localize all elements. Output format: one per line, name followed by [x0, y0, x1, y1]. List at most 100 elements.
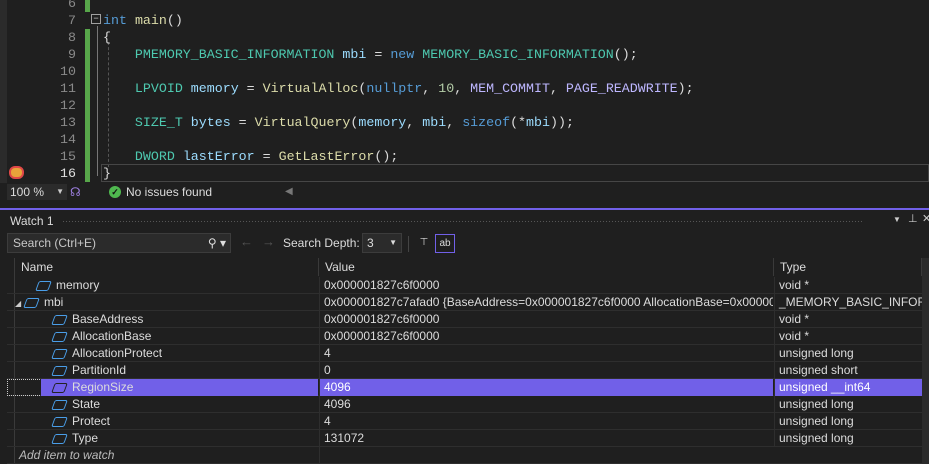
column-header-value[interactable]: Value: [319, 258, 774, 276]
watch-row[interactable]: BaseAddress 0x000001827c6f0000 void *: [7, 311, 922, 328]
outline-guide: [97, 26, 98, 176]
search-depth-dropdown[interactable]: 3 ▼: [362, 233, 402, 253]
issues-status[interactable]: No issues found: [126, 183, 212, 201]
change-marker: [85, 148, 90, 165]
vertical-scrollbar[interactable]: [922, 258, 929, 464]
name-cell[interactable]: BaseAddress: [7, 311, 318, 328]
change-marker: [85, 114, 90, 131]
name-cell[interactable]: Protect: [7, 413, 318, 430]
variable-name: PartitionId: [72, 363, 127, 377]
value-cell[interactable]: 4: [319, 413, 773, 430]
change-marker: [85, 97, 90, 114]
value-cell[interactable]: 0x000001827c6f0000: [319, 328, 773, 345]
name-cell[interactable]: AllocationProtect: [7, 345, 318, 362]
type-cell: _MEMORY_BASIC_INFOR...: [774, 294, 922, 311]
pin-icon[interactable]: ⊥: [908, 212, 918, 225]
code-token: nullptr: [366, 81, 423, 96]
search-input[interactable]: Search (Ctrl+E) ⚲ ▾: [7, 233, 231, 253]
code-token: );: [677, 81, 694, 96]
variable-name: AllocationProtect: [72, 346, 163, 360]
search-icon[interactable]: ⚲ ▾: [208, 234, 226, 252]
name-cell[interactable]: PartitionId: [7, 362, 318, 379]
watch-row[interactable]: AllocationProtect 4 unsigned long: [7, 345, 922, 362]
watch-row[interactable]: RegionSize 4096 unsigned __int64: [7, 379, 922, 396]
code-editor[interactable]: − 6 7 int main() 8 {9 PMEMORY_BASIC_INFORMAT…: [0, 0, 929, 183]
code-token: {: [103, 30, 111, 45]
name-wrap: AllocationBase: [41, 328, 318, 345]
chevron-down-icon: ▼: [56, 187, 64, 196]
name-cell[interactable]: memory: [7, 277, 318, 294]
watch-row[interactable]: State 4096 unsigned long: [7, 396, 922, 413]
code-token: int: [103, 13, 127, 28]
name-cell[interactable]: Type: [7, 430, 318, 447]
code-line[interactable]: PMEMORY_BASIC_INFORMATION mbi = new MEMO…: [103, 46, 638, 63]
code-line[interactable]: int main(): [103, 12, 183, 29]
forward-arrow-icon[interactable]: →: [262, 234, 275, 249]
variable-name: memory: [56, 278, 100, 292]
value-cell[interactable]: 0x000001827c7afad0 {BaseAddress=0x000001…: [319, 294, 773, 311]
code-line[interactable]: }: [103, 165, 111, 182]
scroll-left-icon[interactable]: ◀: [285, 183, 293, 201]
code-token: lastError: [182, 149, 255, 164]
code-line[interactable]: DWORD lastError = GetLastError();: [103, 148, 398, 165]
change-marker: [85, 63, 90, 80]
type-cell: unsigned long: [774, 345, 922, 362]
value-cell[interactable]: 0: [319, 362, 773, 379]
value-cell[interactable]: 4: [319, 345, 773, 362]
close-icon[interactable]: ✕: [922, 212, 929, 225]
code-token: ();: [613, 47, 638, 62]
current-statement-arrow-icon: [9, 166, 24, 179]
pin-to-source-icon[interactable]: ⊤: [414, 234, 434, 253]
watch-row[interactable]: Type 131072 unsigned long: [7, 430, 922, 447]
back-arrow-icon[interactable]: ←: [240, 234, 253, 249]
code-line[interactable]: {: [103, 29, 111, 46]
line-number: 13: [60, 115, 76, 130]
type-cell: unsigned long: [774, 430, 922, 447]
code-line[interactable]: LPVOID memory = VirtualAlloc(nullptr, 10…: [103, 80, 694, 97]
field-icon: [35, 280, 52, 291]
collapse-icon[interactable]: −: [91, 14, 101, 24]
column-header-name[interactable]: Name: [15, 258, 319, 276]
name-cell[interactable]: AllocationBase: [7, 328, 318, 345]
watch-row[interactable]: memory 0x000001827c6f0000 void *: [7, 277, 922, 294]
expand-icon[interactable]: ◢: [15, 295, 25, 311]
field-icon: [51, 365, 68, 376]
code-token: new: [390, 47, 415, 62]
watch-row[interactable]: ◢ mbi 0x000001827c7afad0 {BaseAddress=0x00…: [7, 294, 922, 311]
copilot-icon[interactable]: ☊: [70, 183, 81, 201]
field-icon: [51, 348, 68, 359]
window-menu-icon[interactable]: ▼: [893, 215, 901, 224]
view-as-text-icon[interactable]: ab: [435, 234, 455, 253]
code-token: mbi: [342, 47, 367, 62]
field-icon: [51, 382, 68, 393]
value-cell[interactable]: 0x000001827c6f0000: [319, 311, 773, 328]
code-token: VirtualQuery: [254, 115, 351, 130]
value-cell[interactable]: 4096: [319, 396, 773, 413]
value-cell[interactable]: 0x000001827c6f0000: [319, 277, 773, 294]
code-token: SIZE_T: [134, 115, 183, 130]
name-cell[interactable]: RegionSize: [7, 379, 318, 396]
search-depth-label: Search Depth:: [283, 236, 360, 250]
code-token: ));: [550, 115, 574, 130]
watch-row[interactable]: Protect 4 unsigned long: [7, 413, 922, 430]
name-cell[interactable]: ◢ mbi: [7, 294, 318, 311]
column-header-type[interactable]: Type: [774, 258, 922, 276]
variable-name: Protect: [72, 414, 111, 428]
line-number: 6: [68, 0, 76, 11]
glyph-margin: [0, 0, 7, 183]
watch-row[interactable]: AllocationBase 0x000001827c6f0000 void *: [7, 328, 922, 345]
title-grip: [62, 220, 862, 223]
watch-row[interactable]: PartitionId 0 unsigned short: [7, 362, 922, 379]
variable-name: mbi: [44, 295, 64, 309]
code-line[interactable]: SIZE_T bytes = VirtualQuery(memory, mbi,…: [103, 114, 574, 131]
zoom-dropdown[interactable]: 100 % ▼: [7, 184, 67, 200]
add-item-to-watch[interactable]: Add item to watch: [7, 447, 318, 464]
code-token: main: [134, 13, 167, 28]
value-cell[interactable]: 131072: [319, 430, 773, 447]
code-token: DWORD: [134, 149, 175, 164]
code-token: =: [238, 81, 263, 96]
name-cell[interactable]: State: [7, 396, 318, 413]
value-cell[interactable]: 4096: [319, 379, 773, 396]
code-token: ,: [406, 115, 423, 130]
add-item-row[interactable]: Add item to watch: [7, 447, 922, 464]
